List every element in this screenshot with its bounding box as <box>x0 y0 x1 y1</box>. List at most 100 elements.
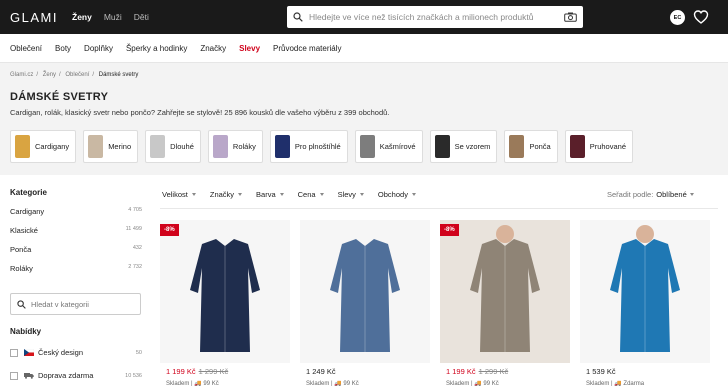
subcategory-chip[interactable]: Merino <box>83 130 139 163</box>
breadcrumb-item[interactable]: Ženy <box>43 72 56 78</box>
subcategory-chip[interactable]: Roláky <box>207 130 263 163</box>
filter-shops[interactable]: Obchody <box>378 190 416 199</box>
catnav-brands[interactable]: Značky <box>200 44 226 53</box>
subcategory-chip[interactable]: Se vzorem <box>429 130 498 163</box>
offers-heading: Nabídky <box>10 327 42 336</box>
product-price: 1 249 Kč <box>306 367 336 376</box>
subcategory-chip[interactable]: Kašmírové <box>354 130 423 163</box>
subcategory-chip[interactable]: Pro plnoštíhlé <box>269 130 348 163</box>
filter-color[interactable]: Barva <box>256 190 284 199</box>
top-bar: GLAMI Ženy Muži Děti Hledejte ve více ne… <box>0 0 728 34</box>
caret-down-icon <box>279 193 284 196</box>
sidebar-category-classic[interactable]: Klasické 11 499 <box>10 226 142 245</box>
checkbox[interactable] <box>10 348 18 357</box>
shipping-price: Zdarma <box>623 381 645 386</box>
filter-label: Velikost <box>162 190 188 199</box>
catnav-materials-guide[interactable]: Průvodce materiály <box>273 44 341 53</box>
sweater-thumbnail <box>359 135 375 158</box>
subcategory-chip[interactable]: Cardigany <box>10 130 77 163</box>
chip-label: Pruhované <box>589 142 626 151</box>
sidebar-category-turtlenecks[interactable]: Roláky 2 732 <box>10 264 142 283</box>
subcategory-chip[interactable]: Pruhované <box>564 130 633 163</box>
filter-discounts[interactable]: Slevy <box>338 190 364 199</box>
truck-icon: 🚚 <box>194 381 202 386</box>
chip-label: Merino <box>108 142 132 151</box>
filter-label: Barva <box>256 190 276 199</box>
product-card[interactable]: 1 249 Kč Skladem | 🚚 99 Kč <box>300 220 430 386</box>
sidebar-category-label: Ponča <box>10 245 32 254</box>
filter-price[interactable]: Cena <box>298 190 324 199</box>
category-search-input[interactable]: Hledat v kategorii <box>10 293 141 315</box>
page-description: Cardigan, rolák, klasický svetr nebo pon… <box>10 108 390 117</box>
caret-down-icon <box>359 193 364 196</box>
search-icon <box>17 299 26 309</box>
product-availability: Skladem | 🚚 99 Kč <box>306 380 359 386</box>
old-price: 1 299 Kč <box>198 367 229 376</box>
offer-czech-design[interactable]: Český design 50 <box>10 348 142 357</box>
discount-badge: -8% <box>160 224 179 236</box>
product-price: 1 199 Kč 1 299 Kč <box>446 367 508 376</box>
product-card[interactable]: 1 539 Kč Skladem | 🚚 Zdarma <box>580 220 710 386</box>
offer-free-shipping[interactable]: Doprava zdarma 10 536 <box>10 371 142 380</box>
breadcrumb-item[interactable]: Oblečení <box>65 72 89 78</box>
chip-label: Ponča <box>529 142 551 151</box>
nav-men[interactable]: Muži <box>104 12 122 22</box>
product-card[interactable]: -8% 1 199 Kč 1 299 Kč Skladem | 🚚 99 Kč <box>160 220 290 386</box>
breadcrumb-current: Dámské svetry <box>98 72 139 78</box>
nav-women[interactable]: Ženy <box>72 12 92 22</box>
chip-label: Se vzorem <box>454 142 491 151</box>
product-availability: Skladem | 🚚 Zdarma <box>586 380 644 386</box>
heart-icon[interactable] <box>693 9 709 25</box>
search-input[interactable]: Hledejte ve více než tisících značkách a… <box>287 6 583 28</box>
old-price: 1 299 Kč <box>478 367 509 376</box>
product-image[interactable] <box>300 220 430 363</box>
current-price: 1 199 Kč <box>166 367 196 376</box>
chip-label: Cardigany <box>35 142 70 151</box>
catnav-accessories[interactable]: Doplňky <box>84 44 113 53</box>
search-icon <box>293 12 303 22</box>
current-price: 1 199 Kč <box>446 367 476 376</box>
user-avatar[interactable]: EC <box>670 10 685 25</box>
divider <box>160 208 718 209</box>
current-price: 1 249 Kč <box>306 367 336 376</box>
czech-flag-icon <box>24 349 34 357</box>
sort-dropdown[interactable]: Seřadit podle: Oblíbené <box>607 190 694 199</box>
catnav-clothing[interactable]: Oblečení <box>10 44 42 53</box>
filter-sidebar: Kategorie Cardigany 4 705 Klasické 11 49… <box>10 188 142 380</box>
sweater-illustration <box>580 220 710 363</box>
catnav-jewelry[interactable]: Šperky a hodinky <box>126 44 187 53</box>
catnav-sale[interactable]: Slevy <box>239 44 260 53</box>
subcategory-chip[interactable]: Dlouhé <box>145 130 201 163</box>
stock-status: Skladem <box>446 381 470 386</box>
page-title: DÁMSKÉ SVETRY <box>10 91 109 103</box>
sidebar-category-label: Roláky <box>10 264 33 273</box>
sweater-thumbnail <box>509 135 525 158</box>
glami-logo[interactable]: GLAMI <box>10 10 58 25</box>
breadcrumb-item[interactable]: Glami.cz <box>10 72 33 78</box>
catnav-shoes[interactable]: Boty <box>55 44 71 53</box>
filter-label: Slevy <box>337 190 356 199</box>
sidebar-category-ponchos[interactable]: Ponča 432 <box>10 245 142 264</box>
camera-icon[interactable] <box>564 12 577 22</box>
checkbox[interactable] <box>10 371 18 380</box>
sweater-thumbnail <box>212 135 228 158</box>
offer-label: Český design <box>38 348 84 357</box>
subcategory-chip[interactable]: Ponča <box>504 130 558 163</box>
sweater-illustration <box>300 220 430 363</box>
filter-brands[interactable]: Značky <box>210 190 243 199</box>
product-price: 1 199 Kč 1 299 Kč <box>166 367 228 376</box>
nav-kids[interactable]: Děti <box>134 12 149 22</box>
filter-label: Cena <box>297 190 316 199</box>
sidebar-category-count: 4 705 <box>128 207 142 213</box>
discount-badge: -8% <box>440 224 459 236</box>
sidebar-category-cardigans[interactable]: Cardigany 4 705 <box>10 207 142 226</box>
product-image[interactable]: -8% <box>440 220 570 363</box>
product-image[interactable] <box>580 220 710 363</box>
filter-size[interactable]: Velikost <box>162 190 196 199</box>
breadcrumb-separator: / <box>59 72 61 78</box>
breadcrumb: Glami.cz / Ženy / Oblečení / Dámské svetry <box>10 72 138 78</box>
sidebar-category-label: Cardigany <box>10 207 45 216</box>
product-card[interactable]: -8% 1 199 Kč 1 299 Kč Skladem | 🚚 99 Kč <box>440 220 570 386</box>
product-image[interactable]: -8% <box>160 220 290 363</box>
breadcrumb-separator: / <box>92 72 95 78</box>
